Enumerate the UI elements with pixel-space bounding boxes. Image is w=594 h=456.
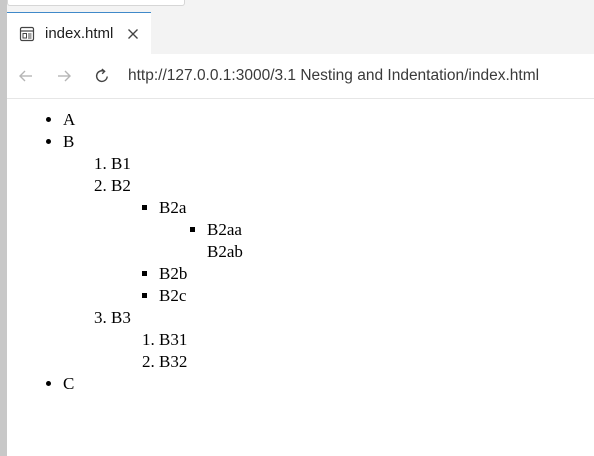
nested-ordered-list: B31 B32 [111,329,243,373]
list-item: B B1 B2 B2a B2aa B2ab B2b B2c [63,131,243,373]
list-item: B3 B31 B32 [111,307,243,373]
list-item: C [63,373,243,395]
forward-arrow-icon[interactable] [55,67,73,85]
page-content: A B B1 B2 B2a B2aa B2ab B2b B2c [7,99,594,456]
window-left-edge [0,0,7,456]
tab-strip-edge [7,0,185,6]
url-field[interactable]: http://127.0.0.1:3000/3.1 Nesting and In… [128,67,539,85]
page-preview-icon [19,26,35,42]
list-item: B2c [159,285,243,307]
list-item: B2ab [207,242,243,261]
list-item: B2aa [207,219,243,241]
list-item: B1 [111,153,243,175]
tab-bar: index.html [7,12,594,54]
list-item: B31 [159,329,243,351]
list-item: B2a B2aa B2ab [159,197,243,263]
reload-icon[interactable] [93,67,111,85]
nested-ordered-list: B1 B2 B2a B2aa B2ab B2b B2c B3 [63,153,243,373]
outer-list: A B B1 B2 B2a B2aa B2ab B2b B2c [15,109,243,395]
list-item: B2 B2a B2aa B2ab B2b B2c [111,175,243,307]
tab-title: index.html [45,25,114,42]
address-bar: http://127.0.0.1:3000/3.1 Nesting and In… [7,54,594,99]
nested-unordered-list: B2aa B2ab [159,219,243,263]
list-item: B2b [159,263,243,285]
close-icon[interactable] [125,26,141,42]
list-item: B32 [159,351,243,373]
nested-unordered-list: B2a B2aa B2ab B2b B2c [111,197,243,307]
list-item: A [63,109,243,131]
tab-index-html[interactable]: index.html [7,12,151,54]
back-arrow-icon[interactable] [17,67,35,85]
